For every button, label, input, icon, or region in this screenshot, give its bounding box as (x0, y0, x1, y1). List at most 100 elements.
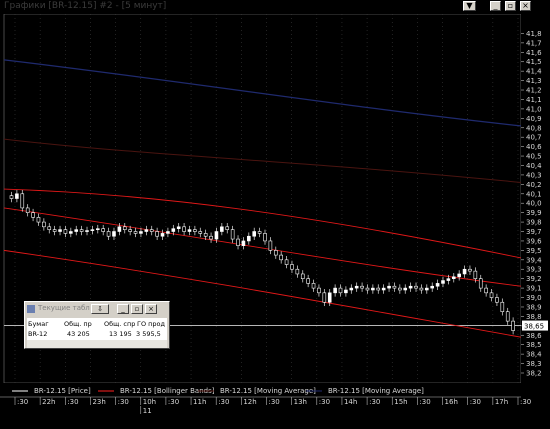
candle-body (451, 276, 456, 279)
y-tick-label: 41,3 (526, 77, 542, 85)
candle-body (349, 287, 354, 291)
y-tick-label: 38,3 (526, 360, 542, 368)
candle-body (25, 207, 30, 213)
candle-body (171, 228, 176, 232)
chart-window: Графики [BR-12.15] #2 - [5 минут] _ ▫ × … (0, 0, 550, 429)
table-minimize-button[interactable]: _ (117, 304, 129, 314)
x-tick-label: 12h (243, 398, 256, 406)
candle-body (511, 320, 515, 331)
candle-body (79, 229, 84, 232)
y-tick-label: 40,0 (526, 200, 542, 208)
table-restore-button[interactable]: ▫ (131, 304, 143, 314)
date-label: 11 (143, 407, 152, 415)
candle-body (441, 280, 445, 284)
x-tick-label: :30 (67, 398, 78, 406)
x-tick-label: 11h (193, 398, 206, 406)
candle-body (90, 229, 95, 231)
y-tick-label: 39,7 (526, 228, 542, 236)
table-row[interactable]: BR-12 43 205 13 195 3 595,5 (27, 330, 167, 339)
candle-body (106, 231, 111, 237)
candle-body (203, 233, 208, 237)
candle-body (58, 229, 62, 232)
table-grid[interactable]: Бумаг Общ. пр Общ. спр ГО прод BR-12 43 … (27, 318, 167, 340)
y-tick-label: 39,3 (526, 266, 542, 274)
candle-body (85, 230, 89, 232)
x-tick-label: 16h (445, 398, 458, 406)
restore-button[interactable]: ▫ (505, 1, 516, 11)
candle-body (398, 287, 402, 291)
y-tick-label: 40,8 (526, 124, 542, 132)
column-header[interactable]: Бумаг (28, 320, 49, 329)
candle-body (133, 231, 138, 234)
column-header[interactable]: Общ. спр (104, 320, 135, 329)
pin-icon[interactable]: ⇩ (91, 304, 109, 314)
close-button[interactable]: × (520, 1, 531, 11)
x-tick-label: :30 (470, 398, 481, 406)
y-tick-label: 40,5 (526, 153, 542, 161)
legend-label: BR-12.15 [Moving Average] (220, 387, 316, 395)
table-title-bar: Текущие табл ⇩ _ ▫ × (25, 302, 169, 316)
candle-body (468, 268, 472, 272)
candle-body (9, 195, 14, 199)
y-tick-label: 41,6 (526, 49, 542, 57)
candle-body (52, 229, 57, 232)
y-tick-label: 41,0 (526, 105, 542, 113)
y-tick-label: 38,9 (526, 303, 542, 311)
candle-body (295, 268, 300, 275)
candle-body (209, 235, 213, 240)
candle-body (387, 285, 391, 289)
column-header[interactable]: Общ. пр (64, 320, 92, 329)
x-tick-label: 13h (294, 398, 307, 406)
candle-body (268, 240, 273, 251)
candle-body (419, 287, 424, 291)
candle-body (257, 231, 262, 234)
y-tick-label: 40,2 (526, 181, 542, 189)
candle-body (20, 193, 25, 209)
candle-body (42, 221, 46, 228)
x-tick-label: 17h (495, 398, 508, 406)
y-tick-label: 41,4 (526, 68, 542, 76)
y-tick-label: 39,0 (526, 294, 542, 302)
candle-body (495, 297, 499, 303)
candle-body (15, 193, 19, 199)
x-tick-label: 23h (92, 398, 105, 406)
pin-button[interactable]: ▼ (463, 1, 476, 11)
table-title: Текущие табл (38, 304, 90, 312)
candle-body (414, 285, 418, 289)
candle-body (300, 273, 305, 279)
table-close-button[interactable]: × (145, 304, 157, 314)
horizontal-scrollbar[interactable] (27, 340, 167, 348)
x-tick-label: :30 (118, 398, 129, 406)
y-tick-label: 38,2 (526, 370, 542, 378)
candle-body (117, 226, 122, 232)
candle-body (193, 229, 197, 232)
column-header[interactable]: ГО прод (137, 320, 165, 329)
y-tick-label: 39,6 (526, 237, 542, 245)
candle-body (408, 285, 413, 289)
candle-body (241, 240, 246, 246)
candle-body (166, 231, 170, 234)
y-tick-label: 40,6 (526, 143, 542, 151)
y-tick-label: 39,2 (526, 275, 542, 283)
y-tick-label: 38,4 (526, 351, 542, 359)
y-tick-label: 39,5 (526, 247, 542, 255)
candle-body (69, 231, 73, 234)
candle-body (338, 287, 343, 294)
candle-body (435, 283, 440, 287)
candle-body (63, 229, 68, 234)
x-tick-label: :30 (17, 398, 28, 406)
x-tick-label: :30 (419, 398, 430, 406)
minimize-button[interactable]: _ (490, 1, 501, 11)
candle-body (333, 287, 337, 294)
current-table-window[interactable]: Текущие табл ⇩ _ ▫ × Бумаг Общ. пр Общ. … (24, 301, 170, 349)
table-cell: 3 595,5 (136, 330, 161, 338)
candle-body (214, 231, 219, 240)
candle-body (95, 228, 100, 230)
price-chart[interactable]: 41,841,7 41,641,5 41,441,3 41,241,141,0 40,9… (0, 14, 550, 429)
y-tick-label: 40,3 (526, 171, 542, 179)
candle-body (139, 231, 143, 234)
candle-body (425, 287, 429, 291)
candle-body (198, 231, 203, 234)
candle-body (290, 264, 294, 270)
y-tick-label: 41,1 (526, 96, 542, 104)
